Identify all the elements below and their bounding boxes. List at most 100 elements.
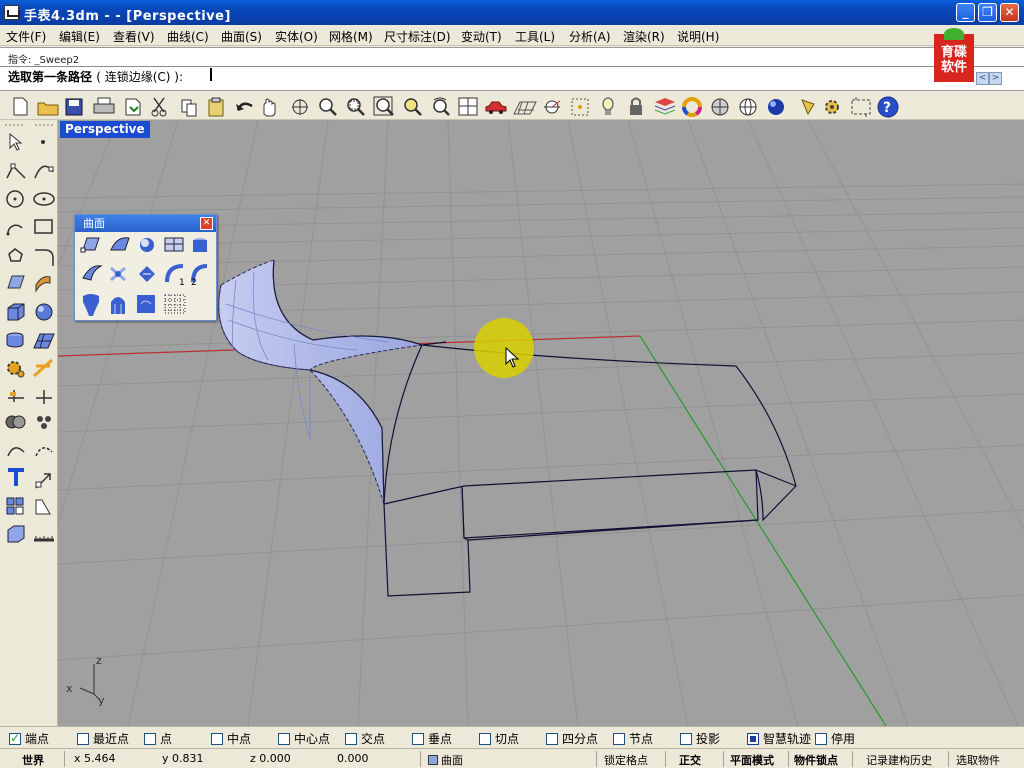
loft-icon[interactable] <box>82 265 103 281</box>
sphere-surface-icon[interactable] <box>140 238 154 252</box>
zoom-dynamic-icon[interactable] <box>433 97 450 116</box>
surface-panel-close-icon[interactable]: ✕ <box>200 217 213 230</box>
osnap-disable-checkbox[interactable] <box>815 733 827 745</box>
paste-icon[interactable] <box>208 97 224 117</box>
open-icon[interactable] <box>37 102 59 116</box>
menu-curve[interactable]: 曲线(C) <box>167 28 209 45</box>
command-input-caret[interactable] <box>210 68 212 81</box>
command-option-chain-edges[interactable]: ( 连锁边缘(C) ): <box>96 70 183 84</box>
pan-icon[interactable] <box>263 98 276 117</box>
control-points-grid-icon[interactable] <box>164 294 186 314</box>
zoom-selected-icon[interactable] <box>404 98 422 116</box>
osnap-tangent-checkbox[interactable] <box>479 733 491 745</box>
osnap-smarttrack-checkbox[interactable] <box>747 733 759 745</box>
group-icon[interactable] <box>37 416 51 429</box>
new-icon[interactable] <box>13 97 28 116</box>
explode-icon[interactable] <box>36 390 52 404</box>
scroll-right-icon[interactable]: > <box>989 72 1002 85</box>
network-icon[interactable] <box>110 266 126 282</box>
layer-icon[interactable] <box>654 98 676 115</box>
sweep2-icon[interactable]: 2 <box>191 264 208 288</box>
draft-angle-icon[interactable] <box>35 499 51 515</box>
menu-render[interactable]: 渲染(R) <box>623 28 665 45</box>
osnap-intersection[interactable]: 交点 <box>345 730 385 746</box>
osnap-mid[interactable]: 中点 <box>211 730 251 746</box>
offset-curve-icon[interactable] <box>7 447 25 457</box>
osnap-near-checkbox[interactable] <box>77 733 89 745</box>
menu-view[interactable]: 查看(V) <box>113 28 155 45</box>
select-arrow-icon[interactable] <box>9 132 23 151</box>
shade-icon[interactable] <box>711 98 729 116</box>
properties-icon[interactable] <box>801 99 815 116</box>
car-icon[interactable] <box>485 101 507 114</box>
status-record-history[interactable]: 记录建构历史 <box>866 752 932 768</box>
osnap-perpendicular[interactable]: 垂点 <box>412 730 452 746</box>
zoom-window-icon[interactable] <box>347 98 365 116</box>
path-curves[interactable] <box>383 341 797 597</box>
trim-icon[interactable] <box>33 358 53 378</box>
curve-cv-icon[interactable] <box>34 165 54 179</box>
swept-surface[interactable] <box>218 259 423 505</box>
corner-points-surface-icon[interactable] <box>80 237 100 253</box>
zoom-extents-icon[interactable] <box>373 96 394 116</box>
osnap-center[interactable]: 中心点 <box>278 730 330 746</box>
menu-analyze[interactable]: 分析(A) <box>569 28 611 45</box>
options-icon[interactable] <box>825 100 839 114</box>
sweep1-icon[interactable]: 1 <box>165 264 185 288</box>
cylinder-solid-icon[interactable] <box>6 332 24 348</box>
four-view-icon[interactable] <box>458 97 478 116</box>
ellipse-icon[interactable] <box>33 192 55 206</box>
osnap-point-checkbox[interactable] <box>144 733 156 745</box>
menu-file[interactable]: 文件(F) <box>6 28 46 45</box>
points-icon[interactable] <box>571 98 589 116</box>
patch-icon[interactable] <box>139 266 155 282</box>
osnap-point[interactable]: 点 <box>144 730 172 746</box>
menu-surface[interactable]: 曲面(S) <box>221 28 262 45</box>
array-icon[interactable] <box>6 497 24 515</box>
zoom-icon[interactable] <box>319 98 337 116</box>
rectangle-surface-icon[interactable] <box>164 237 184 252</box>
extend-curve-icon[interactable] <box>35 447 53 457</box>
move-icon[interactable] <box>35 473 51 489</box>
minimize-button[interactable]: _ <box>956 3 975 22</box>
surface-panel-title[interactable]: 曲面 <box>75 215 216 232</box>
dimension-icon[interactable] <box>8 390 24 402</box>
import-icon[interactable] <box>125 98 141 116</box>
rail-revolve-icon[interactable] <box>111 297 125 314</box>
boolean-union-icon[interactable] <box>5 415 26 429</box>
osnap-intersection-checkbox[interactable] <box>345 733 357 745</box>
osnap-end-checkbox[interactable] <box>9 731 21 745</box>
render-icon[interactable] <box>768 99 784 115</box>
menu-help[interactable]: 说明(H) <box>677 28 719 45</box>
status-ortho[interactable]: 正交 <box>679 752 701 768</box>
revolve-icon[interactable] <box>83 294 99 316</box>
osnap-knot[interactable]: 节点 <box>613 730 653 746</box>
grid-snap-icon[interactable] <box>851 97 871 117</box>
copy-icon[interactable] <box>181 99 197 117</box>
polyline-icon[interactable] <box>6 163 26 179</box>
perspective-viewport[interactable]: z x y Perspective <box>58 120 1024 726</box>
wireframe-icon[interactable] <box>739 98 757 116</box>
osnap-quad[interactable]: 四分点 <box>546 730 598 746</box>
status-osnap[interactable]: 物件锁点 <box>794 752 838 768</box>
osnap-mid-checkbox[interactable] <box>211 733 223 745</box>
osnap-project-checkbox[interactable] <box>680 733 692 745</box>
menu-mesh[interactable]: 网格(M) <box>329 28 373 45</box>
light-icon[interactable] <box>602 97 614 115</box>
osnap-disable[interactable]: 停用 <box>815 730 855 746</box>
cage-edit-icon[interactable] <box>7 525 25 543</box>
status-grid-snap[interactable]: 锁定格点 <box>604 752 648 768</box>
box-solid-icon[interactable] <box>7 303 25 321</box>
osnap-perpendicular-checkbox[interactable] <box>412 733 424 745</box>
save-icon[interactable] <box>65 98 83 116</box>
transform-gear-icon[interactable] <box>7 361 25 378</box>
mesh-icon[interactable] <box>33 333 55 349</box>
lock-icon[interactable] <box>630 97 642 116</box>
extrude-surface-icon-2[interactable] <box>193 238 207 252</box>
circle-icon[interactable] <box>6 190 24 208</box>
osnap-knot-checkbox[interactable] <box>613 733 625 745</box>
menu-solid[interactable]: 实体(O) <box>275 28 318 45</box>
viewport-title-tab[interactable]: Perspective <box>60 121 150 138</box>
undo-icon[interactable] <box>236 102 253 111</box>
osnap-end[interactable]: 端点 <box>9 730 49 746</box>
